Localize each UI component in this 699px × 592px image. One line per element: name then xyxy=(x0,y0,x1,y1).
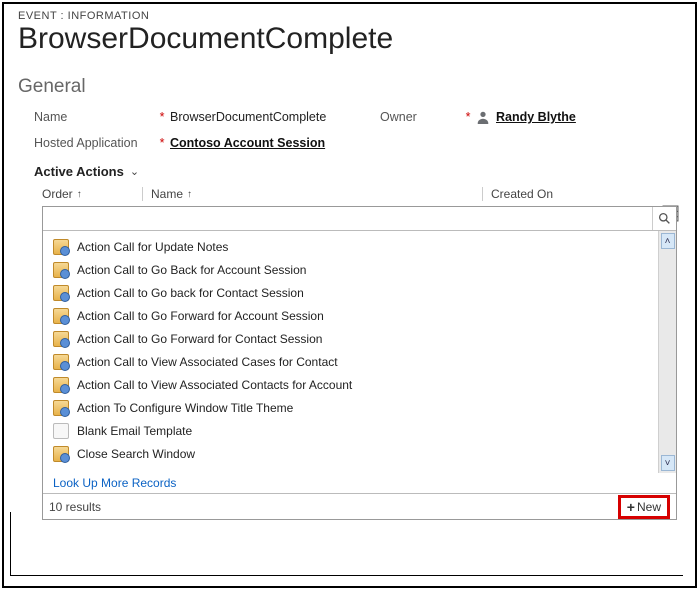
hosted-app-label: Hosted Application xyxy=(34,136,154,150)
action-call-icon xyxy=(53,377,69,393)
lookup-item[interactable]: Blank Email Template xyxy=(43,419,658,442)
scroll-down-button[interactable]: ˅ xyxy=(661,455,675,471)
lookup-panel: Action Call for Update Notes Action Call … xyxy=(42,206,677,520)
page-title: BrowserDocumentComplete xyxy=(18,22,681,56)
lookup-item-label: Action Call to View Associated Cases for… xyxy=(77,355,338,369)
sort-asc-icon: ↑ xyxy=(187,189,192,200)
lookup-item-label: Action To Configure Window Title Theme xyxy=(77,401,293,415)
new-button-label: New xyxy=(637,500,661,514)
required-mark: * xyxy=(154,110,170,124)
scroll-up-button[interactable]: ˄ xyxy=(661,233,675,249)
breadcrumb: EVENT : INFORMATION xyxy=(18,10,681,22)
action-call-icon xyxy=(53,262,69,278)
action-call-icon xyxy=(53,285,69,301)
column-created-on[interactable]: Created On xyxy=(482,187,622,201)
lookup-more-link[interactable]: Look Up More Records xyxy=(53,476,176,490)
lookup-item-label: Action Call to Go back for Contact Sessi… xyxy=(77,286,304,300)
chevron-down-icon: ⌄ xyxy=(130,165,139,178)
results-count: 10 results xyxy=(49,500,101,514)
column-created-label: Created On xyxy=(491,187,553,201)
lookup-item-label: Close Search Window xyxy=(77,447,195,461)
lookup-item[interactable]: Action Call to Go Forward for Account Se… xyxy=(43,304,658,327)
required-mark: * xyxy=(460,110,476,124)
column-order[interactable]: Order ↑ xyxy=(42,187,142,201)
required-mark: * xyxy=(154,136,170,150)
lookup-item[interactable]: Action Call for Update Notes xyxy=(43,235,658,258)
action-call-icon xyxy=(53,354,69,370)
action-call-icon xyxy=(53,446,69,462)
lookup-item[interactable]: Action Call to View Associated Contacts … xyxy=(43,373,658,396)
scrollbar[interactable]: ˄ ˅ xyxy=(658,231,676,473)
lookup-item[interactable]: Action Call to View Associated Cases for… xyxy=(43,350,658,373)
section-general: General xyxy=(4,76,695,104)
lookup-results: Action Call for Update Notes Action Call … xyxy=(43,231,658,473)
name-value[interactable]: BrowserDocumentComplete xyxy=(170,110,380,124)
lookup-item-label: Blank Email Template xyxy=(77,424,192,438)
subgrid-title[interactable]: Active Actions ⌄ xyxy=(4,156,695,183)
lookup-item-label: Action Call to Go Forward for Contact Se… xyxy=(77,332,322,346)
owner-value[interactable]: Randy Blythe xyxy=(496,110,576,124)
plus-icon: + xyxy=(627,500,635,514)
lookup-search-input[interactable] xyxy=(43,208,652,230)
action-call-icon xyxy=(53,331,69,347)
lookup-item[interactable]: Action Call to Go Back for Account Sessi… xyxy=(43,258,658,281)
sort-asc-icon: ↑ xyxy=(77,189,82,200)
column-name[interactable]: Name ↑ xyxy=(142,187,482,201)
hosted-app-value[interactable]: Contoso Account Session xyxy=(170,136,380,150)
column-order-label: Order xyxy=(42,187,73,201)
name-label: Name xyxy=(34,110,154,124)
lookup-item[interactable]: Action Call to Go back for Contact Sessi… xyxy=(43,281,658,304)
action-call-icon xyxy=(53,400,69,416)
column-name-label: Name xyxy=(151,187,183,201)
lookup-item-label: Action Call to Go Forward for Account Se… xyxy=(77,309,324,323)
action-call-icon xyxy=(53,423,69,439)
search-button[interactable] xyxy=(652,207,676,230)
lookup-item-label: Action Call to Go Back for Account Sessi… xyxy=(77,263,306,277)
action-call-icon xyxy=(53,239,69,255)
owner-label: Owner xyxy=(380,110,460,124)
new-button[interactable]: + New xyxy=(618,495,670,519)
subgrid-title-text: Active Actions xyxy=(34,164,124,179)
lookup-item[interactable]: Action To Configure Window Title Theme xyxy=(43,396,658,419)
person-icon xyxy=(476,110,490,124)
lookup-item[interactable]: Close Search Window xyxy=(43,442,658,465)
lookup-item[interactable]: Action Call to Go Forward for Contact Se… xyxy=(43,327,658,350)
lookup-item-label: Action Call to View Associated Contacts … xyxy=(77,378,352,392)
search-icon xyxy=(658,212,671,225)
lookup-item-label: Action Call for Update Notes xyxy=(77,240,228,254)
action-call-icon xyxy=(53,308,69,324)
